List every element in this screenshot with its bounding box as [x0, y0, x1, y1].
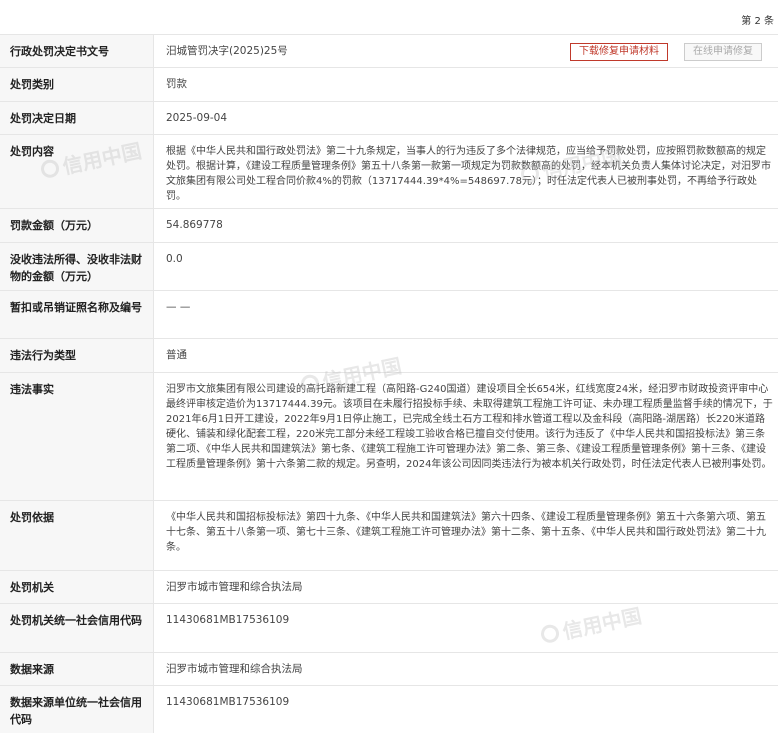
document-number-text: 汨城管罚决字(2025)25号 — [166, 45, 288, 57]
row-label-source-credit-code: 数据来源单位统一社会信用代码 — [0, 686, 154, 733]
table-row: 暂扣或吊销证照名称及编号 — — — [0, 291, 778, 339]
table-row: 处罚决定日期 2025-09-04 — [0, 102, 778, 135]
row-label-license-suspension: 暂扣或吊销证照名称及编号 — [0, 291, 154, 338]
table-row: 行政处罚决定书文号 汨城管罚决字(2025)25号 下载修复申请材料 在线申请修… — [0, 35, 778, 68]
table-row: 处罚机关 汨罗市城市管理和综合执法局 — [0, 571, 778, 604]
row-value-document-number: 汨城管罚决字(2025)25号 下载修复申请材料 在线申请修复 — [154, 35, 778, 67]
row-label-penalty-basis: 处罚依据 — [0, 501, 154, 570]
row-value-penalty-content: 根据《中华人民共和国行政处罚法》第二十九条规定，当事人的行为违反了多个法律规范，… — [166, 146, 771, 202]
row-value-penalty-category: 罚款 — [166, 78, 187, 90]
row-label-violation-facts: 违法事实 — [0, 373, 154, 500]
row-value-confiscation-amount: 0.0 — [166, 253, 183, 265]
page-indicator: 第 2 条 — [741, 16, 774, 27]
penalty-detail-table: 行政处罚决定书文号 汨城管罚决字(2025)25号 下载修复申请材料 在线申请修… — [0, 35, 778, 733]
table-row: 没收违法所得、没收非法财物的金额（万元） 0.0 — [0, 243, 778, 291]
row-value-violation-facts: 汨罗市文旅集团有限公司建设的高托路新建工程（高阳路-G240国道）建设项目全长6… — [166, 384, 773, 470]
row-label-decision-date: 处罚决定日期 — [0, 102, 154, 134]
row-label-penalty-authority: 处罚机关 — [0, 571, 154, 603]
table-row: 违法事实 汨罗市文旅集团有限公司建设的高托路新建工程（高阳路-G240国道）建设… — [0, 373, 778, 501]
row-value-penalty-basis: 《中华人民共和国招标投标法》第四十九条、《中华人民共和国建筑法》第六十四条、《建… — [166, 512, 766, 553]
table-row: 处罚依据 《中华人民共和国招标投标法》第四十九条、《中华人民共和国建筑法》第六十… — [0, 501, 778, 571]
table-row: 数据来源 汨罗市城市管理和综合执法局 — [0, 653, 778, 686]
row-label-document-number: 行政处罚决定书文号 — [0, 35, 154, 67]
row-label-data-source: 数据来源 — [0, 653, 154, 685]
table-row: 处罚内容 根据《中华人民共和国行政处罚法》第二十九条规定，当事人的行为违反了多个… — [0, 135, 778, 209]
online-repair-application-button[interactable]: 在线申请修复 — [684, 43, 762, 61]
row-label-fine-amount: 罚款金额（万元） — [0, 209, 154, 242]
page-indicator-bar: 第 2 条 — [0, 0, 778, 35]
table-row: 罚款金额（万元） 54.869778 — [0, 209, 778, 243]
row-label-penalty-content: 处罚内容 — [0, 135, 154, 208]
row-value-authority-credit-code: 11430681MB17536109 — [166, 614, 290, 626]
row-value-decision-date: 2025-09-04 — [166, 112, 228, 124]
row-label-violation-type: 违法行为类型 — [0, 339, 154, 372]
row-value-penalty-authority: 汨罗市城市管理和综合执法局 — [166, 581, 303, 593]
row-label-confiscation-amount: 没收违法所得、没收非法财物的金额（万元） — [0, 243, 154, 290]
row-value-violation-type: 普通 — [166, 349, 187, 361]
row-value-source-credit-code: 11430681MB17536109 — [166, 696, 290, 708]
table-row: 违法行为类型 普通 — [0, 339, 778, 373]
download-repair-materials-button[interactable]: 下载修复申请材料 — [570, 43, 668, 61]
row-value-fine-amount: 54.869778 — [166, 219, 223, 231]
row-value-data-source: 汨罗市城市管理和综合执法局 — [166, 663, 303, 675]
row-label-authority-credit-code: 处罚机关统一社会信用代码 — [0, 604, 154, 652]
table-row: 处罚类别 罚款 — [0, 68, 778, 102]
row-value-license-suspension: — — — [166, 301, 191, 313]
table-row: 数据来源单位统一社会信用代码 11430681MB17536109 — [0, 686, 778, 733]
table-row: 处罚机关统一社会信用代码 11430681MB17536109 — [0, 604, 778, 653]
row-label-penalty-category: 处罚类别 — [0, 68, 154, 101]
